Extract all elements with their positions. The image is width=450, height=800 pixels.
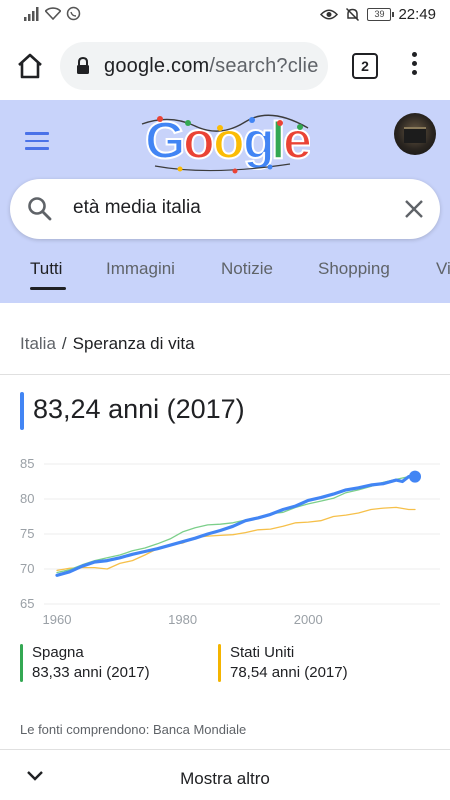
- sources-text: Le fonti comprendono: Banca Mondiale: [20, 722, 247, 737]
- breadcrumb-separator: /: [61, 334, 67, 353]
- show-more-label: Mostra altro: [180, 769, 270, 788]
- x-tick-label: 2000: [294, 612, 323, 627]
- svg-text:e: e: [283, 112, 310, 170]
- account-avatar[interactable]: [394, 113, 436, 155]
- tab-notizie[interactable]: Notizie: [221, 259, 273, 279]
- breadcrumb-current: Speranza di vita: [72, 334, 195, 353]
- google-header: G o o g l e età media italia Tutti Immag…: [0, 100, 450, 303]
- svg-text:o: o: [213, 112, 245, 170]
- y-tick-label: 75: [20, 526, 34, 541]
- mute-notifications-icon: [346, 7, 360, 22]
- wifi-icon: [45, 7, 61, 20]
- clock: 22:49: [398, 6, 436, 23]
- url-domain: google.com: [104, 55, 210, 77]
- x-tick-label: 1980: [168, 612, 197, 627]
- eye-icon: [320, 9, 339, 20]
- legend-name: Spagna: [32, 644, 84, 661]
- y-tick-label: 70: [20, 561, 34, 576]
- overflow-menu-icon[interactable]: [405, 52, 423, 78]
- legend-value: 83,33 anni (2017): [32, 664, 150, 681]
- url-bar[interactable]: google.com/search?clie: [60, 42, 328, 90]
- battery-icon: 39: [367, 8, 395, 21]
- signal-icon: [24, 6, 39, 21]
- whatsapp-icon: [66, 6, 81, 21]
- search-box[interactable]: età media italia: [10, 179, 440, 239]
- google-doodle-logo[interactable]: G o o g l e: [140, 106, 310, 176]
- hamburger-menu-icon[interactable]: [25, 132, 49, 155]
- y-tick-label: 85: [20, 456, 34, 471]
- close-icon[interactable]: [403, 198, 425, 220]
- y-tick-label: 80: [20, 491, 34, 506]
- tab-tutti[interactable]: Tutti: [30, 259, 62, 279]
- tab-video[interactable]: Vi: [436, 259, 450, 279]
- life-expectancy-chart[interactable]: 65 70 75 80 85 1960 1980 2000: [0, 448, 450, 638]
- y-tick-label: 65: [20, 596, 34, 611]
- tab-shopping[interactable]: Shopping: [318, 259, 390, 279]
- legend-value: 78,54 anni (2017): [230, 664, 348, 681]
- tab-immagini[interactable]: Immagini: [106, 259, 175, 279]
- legend-color-line: [20, 644, 23, 682]
- legend-color-line: [218, 644, 221, 682]
- series-endpoint-italia: [409, 470, 421, 483]
- url-path: /search?clie: [209, 55, 319, 77]
- search-input[interactable]: età media italia: [73, 197, 201, 219]
- main-value: 83,24 anni (2017): [33, 394, 245, 424]
- search-icon: [28, 197, 52, 221]
- search-tabs: Tutti Immagini Notizie Shopping Vi: [0, 247, 450, 295]
- legend-name: Stati Uniti: [230, 644, 295, 661]
- knowledge-card: Italia / Speranza di vita 83,24 anni (2017…: [0, 312, 450, 800]
- browser-toolbar: google.com/search?clie 2: [0, 30, 450, 100]
- x-tick-label: 1960: [43, 612, 72, 627]
- active-tab-indicator: [30, 287, 66, 290]
- tab-switcher-button[interactable]: 2: [352, 53, 378, 79]
- divider: [0, 374, 450, 375]
- url-text: google.com/search?clie: [104, 55, 319, 78]
- lock-icon: [77, 57, 89, 74]
- value-accent-bar: [20, 392, 24, 430]
- home-icon[interactable]: [16, 52, 44, 80]
- series-line-italia: [55, 475, 417, 577]
- breadcrumb: Italia / Speranza di vita: [20, 334, 195, 354]
- show-more-button[interactable]: Mostra altro: [0, 750, 450, 800]
- breadcrumb-parent[interactable]: Italia: [20, 334, 56, 353]
- status-bar: 39 22:49: [0, 0, 450, 30]
